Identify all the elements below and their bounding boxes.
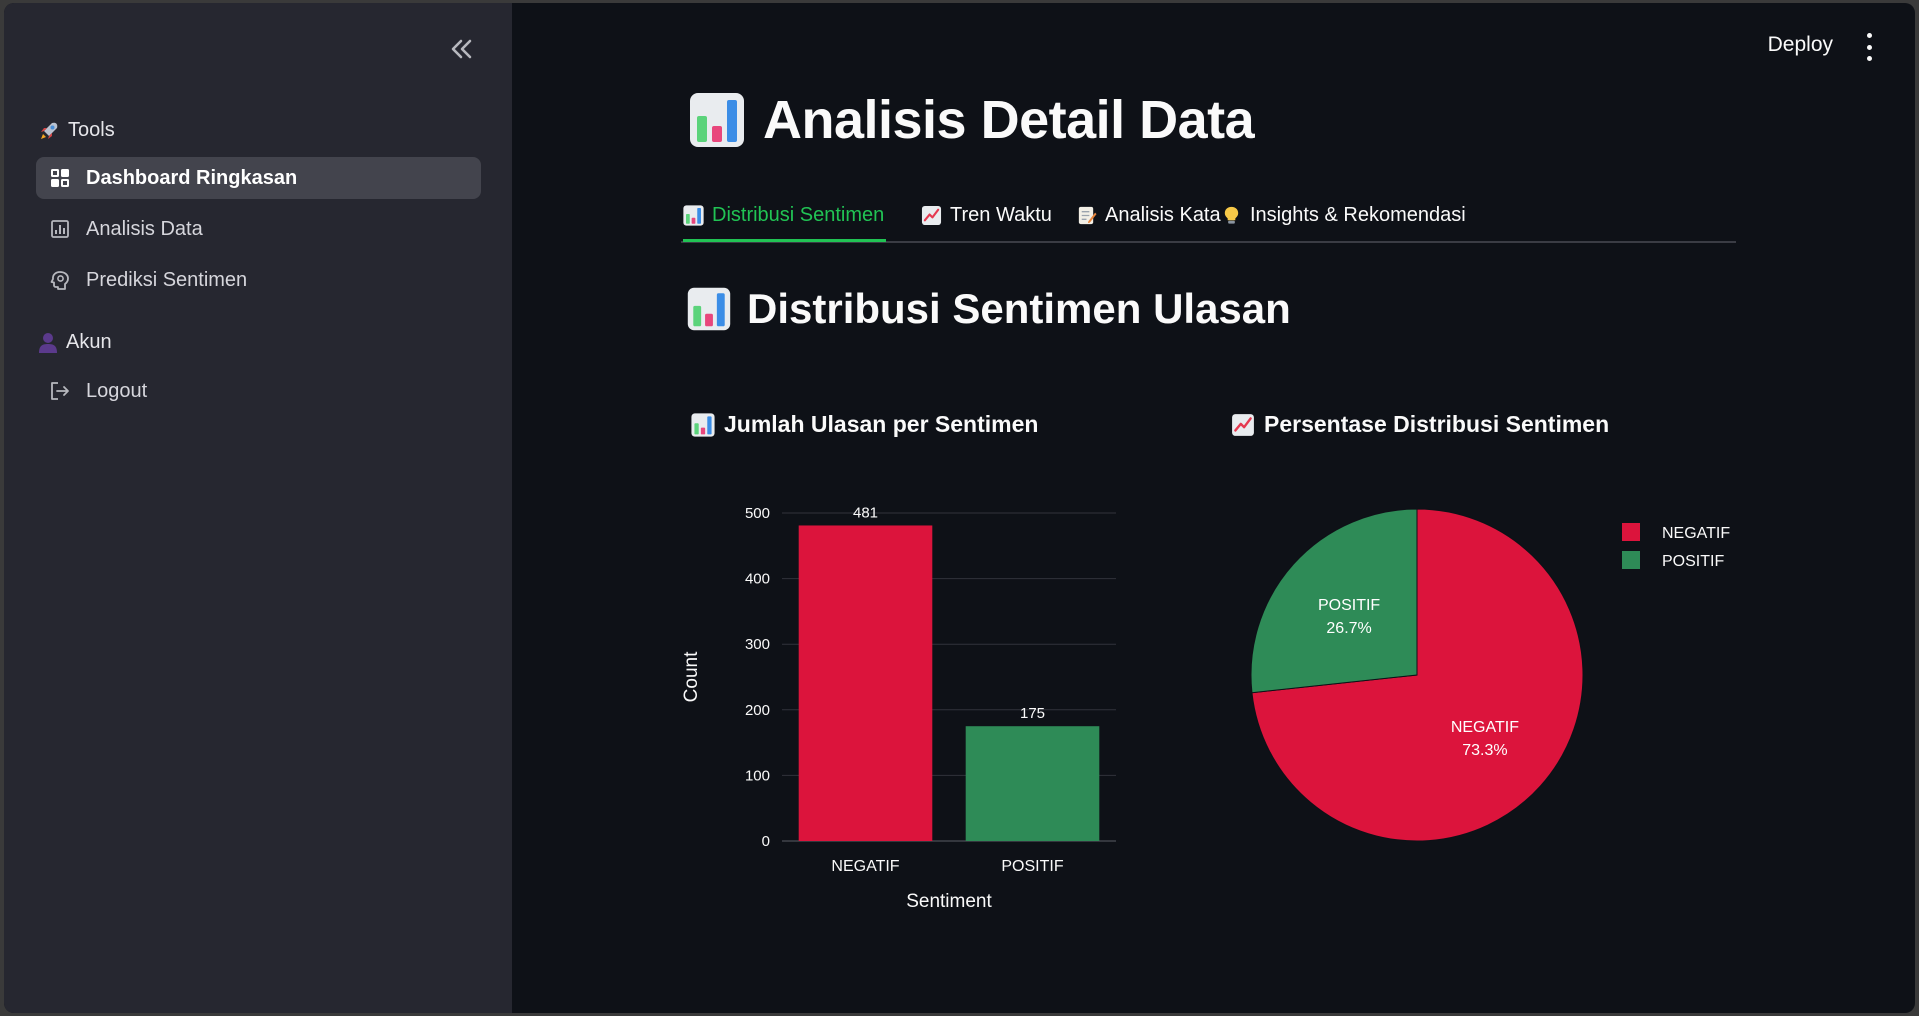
pie-chart-title-text: Persentase Distribusi Sentimen <box>1264 411 1610 437</box>
logout-icon <box>48 379 72 403</box>
dashboard-icon <box>48 166 72 190</box>
app-window: Tools Dashboard Ringkasan Analisis Data … <box>4 3 1915 1013</box>
main-content: Deploy Analisis Detail Data Distribusi S… <box>512 3 1915 1013</box>
account-heading: Akun <box>38 331 112 354</box>
tab-insights-rekomendasi[interactable]: Insights & Rekomendasi <box>1221 191 1466 239</box>
pie-slice-label: NEGATIF <box>1451 719 1519 736</box>
x-tick-label: NEGATIF <box>831 858 899 875</box>
bar-chart-icon <box>687 287 731 331</box>
chart-increasing-icon <box>921 205 942 225</box>
psychology-icon <box>48 268 72 292</box>
pie-slice-percent: 73.3% <box>1462 742 1507 759</box>
y-tick-label: 500 <box>745 505 770 522</box>
sidebar-item-analisis-data[interactable]: Analisis Data <box>36 208 481 250</box>
tab-label: Distribusi Sentimen <box>712 203 885 226</box>
bar-chart-title-text: Jumlah Ulasan per Sentimen <box>724 411 1039 437</box>
sidebar-item-dashboard-ringkasan[interactable]: Dashboard Ringkasan <box>36 157 481 199</box>
light-bulb-icon <box>1224 206 1239 224</box>
y-tick-label: 200 <box>745 702 770 719</box>
legend-label: POSITIF <box>1662 553 1724 570</box>
y-axis-label: Count <box>681 651 702 702</box>
y-tick-label: 0 <box>762 833 770 850</box>
legend-swatch-negatif <box>1622 523 1640 541</box>
y-tick-label: 300 <box>745 636 770 653</box>
tab-analisis-kata[interactable]: Analisis Kata <box>1076 191 1221 239</box>
pie-slice-label: POSITIF <box>1318 597 1380 614</box>
bar-chart-title: Jumlah Ulasan per Sentimen <box>691 411 1038 438</box>
tab-label: Insights & Rekomendasi <box>1250 203 1466 226</box>
bar-data-label: 175 <box>1020 705 1045 722</box>
page-title-text: Analisis Detail Data <box>763 90 1255 150</box>
rocket-icon <box>41 122 58 139</box>
bar-chart-icon <box>690 93 744 147</box>
x-tick-label: POSITIF <box>1001 858 1063 875</box>
legend-label: NEGATIF <box>1662 525 1730 542</box>
sidebar-item-label: Prediksi Sentimen <box>86 268 248 291</box>
collapse-sidebar-button[interactable] <box>442 31 482 67</box>
section-title-text: Distribusi Sentimen Ulasan <box>747 285 1291 332</box>
account-heading-label: Akun <box>66 331 112 353</box>
kebab-menu-icon[interactable] <box>1861 33 1877 61</box>
tab-distribusi-sentimen[interactable]: Distribusi Sentimen <box>683 191 887 242</box>
sidebar-item-label: Dashboard Ringkasan <box>86 166 298 189</box>
deploy-button[interactable]: Deploy <box>1768 33 1833 57</box>
x-axis-label: Sentiment <box>906 891 992 912</box>
tab-bar: Distribusi Sentimen Tren Waktu Analisis … <box>681 191 1736 243</box>
sidebar-item-label: Analisis Data <box>86 217 203 240</box>
bar-chart: 0 100 200 300 400 500 481 NEGATIF 175 POSITIF Sent… <box>681 504 1116 912</box>
user-icon <box>39 332 57 353</box>
pie-legend: NEGATIF POSITIF <box>1622 523 1730 570</box>
bar-negatif <box>798 525 933 841</box>
tools-heading-label: Tools <box>68 119 115 141</box>
tab-tren-waktu[interactable]: Tren Waktu <box>921 191 1052 239</box>
sidebar: Tools Dashboard Ringkasan Analisis Data … <box>4 3 512 1013</box>
legend-swatch-positif <box>1622 551 1640 569</box>
double-chevron-left-icon <box>451 39 472 59</box>
sidebar-item-label: Logout <box>86 379 148 402</box>
y-tick-label: 100 <box>745 767 770 784</box>
memo-icon <box>1078 206 1097 224</box>
tab-label: Tren Waktu <box>950 203 1052 226</box>
section-title: Distribusi Sentimen Ulasan <box>687 285 1291 333</box>
page-title: Analisis Detail Data <box>689 89 1255 151</box>
bar-positif <box>965 726 1100 841</box>
sidebar-item-prediksi-sentimen[interactable]: Prediksi Sentimen <box>36 259 481 301</box>
tab-label: Analisis Kata <box>1105 203 1221 226</box>
bar-data-label: 481 <box>853 504 878 521</box>
pie-slice-percent: 26.7% <box>1326 620 1371 637</box>
bar-chart-icon <box>683 204 704 226</box>
tools-heading: Tools <box>38 119 115 142</box>
pie-chart: NEGATIF 73.3% POSITIF 26.7% <box>1250 508 1584 842</box>
chart-icon <box>48 217 72 241</box>
y-tick-label: 400 <box>745 571 770 588</box>
bar-chart-icon <box>691 412 715 437</box>
sidebar-item-logout[interactable]: Logout <box>36 370 481 412</box>
chart-increasing-icon <box>1232 413 1254 436</box>
pie-chart-title: Persentase Distribusi Sentimen <box>1231 411 1609 438</box>
